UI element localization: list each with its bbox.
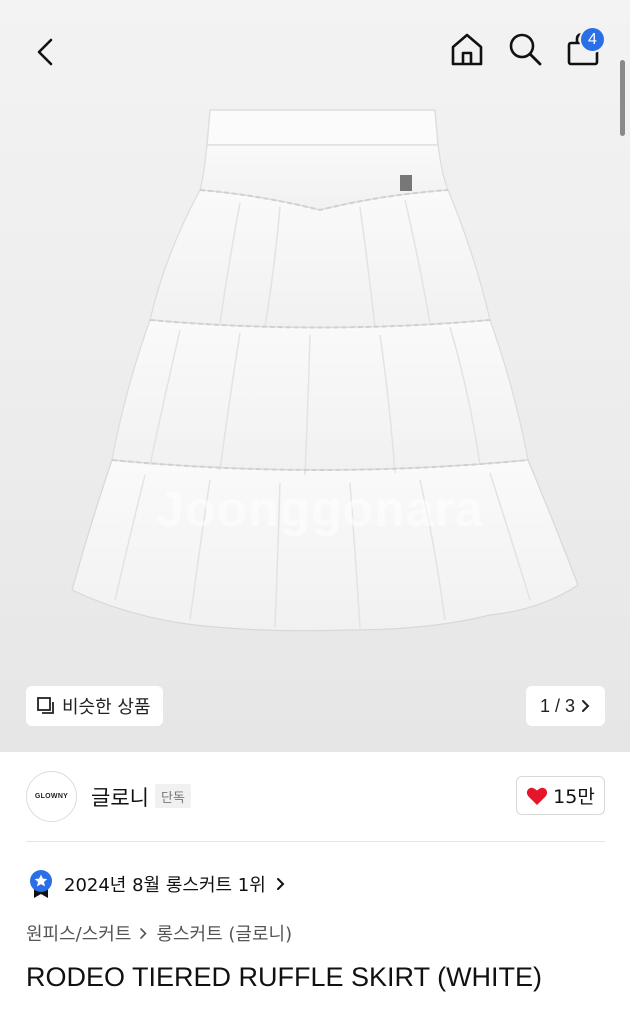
product-title: RODEO TIERED RUFFLE SKIRT (WHITE) — [26, 962, 543, 992]
ranking-badge-icon — [30, 870, 52, 898]
product-image-gallery[interactable]: Joonggonara 4 비슷한 상품 1 / 3 — [0, 0, 630, 752]
brand-logo-text: GLOWNY — [34, 793, 69, 800]
ranking-text: 2024년 8월 롱스커트 1위 — [64, 875, 266, 896]
search-button[interactable] — [502, 26, 548, 72]
breadcrumb-subcategory[interactable]: 롱스커트 (글로니) — [156, 920, 292, 946]
similar-products-button[interactable]: 비슷한 상품 — [26, 686, 163, 726]
back-button[interactable] — [22, 28, 70, 76]
brand-name[interactable]: 글로니 — [91, 782, 149, 812]
like-count: 15만 — [553, 786, 595, 808]
similar-items-icon — [37, 697, 54, 714]
chevron-right-icon — [140, 927, 148, 939]
breadcrumb: 원피스/스커트 롱스커트 (글로니) — [26, 920, 292, 946]
image-pager-label: 1 / 3 — [539, 695, 576, 716]
product-image — [71, 109, 579, 632]
back-icon — [37, 38, 53, 66]
like-button[interactable]: 15만 — [516, 776, 605, 815]
ranking-link[interactable]: 2024년 8월 롱스커트 1위 — [28, 868, 286, 900]
image-pager-button[interactable]: 1 / 3 — [526, 686, 605, 726]
watermark: Joonggonara — [156, 481, 484, 537]
cart-count-badge: 4 — [579, 26, 606, 53]
chevron-right-icon — [582, 700, 590, 712]
home-icon — [451, 33, 483, 66]
home-button[interactable] — [444, 26, 490, 72]
brand-row: GLOWNY 글로니 단독 15만 — [0, 752, 630, 842]
similar-products-label: 비슷한 상품 — [62, 697, 151, 718]
top-bar: 4 — [0, 0, 630, 100]
chevron-right-icon — [276, 878, 285, 890]
divider — [26, 841, 605, 842]
search-icon — [509, 33, 542, 66]
heart-icon — [527, 787, 548, 805]
brand-logo[interactable]: GLOWNY — [26, 771, 77, 822]
breadcrumb-category[interactable]: 원피스/스커트 — [26, 920, 131, 946]
exclusive-badge: 단독 — [155, 784, 191, 808]
scrollbar[interactable] — [620, 60, 625, 136]
